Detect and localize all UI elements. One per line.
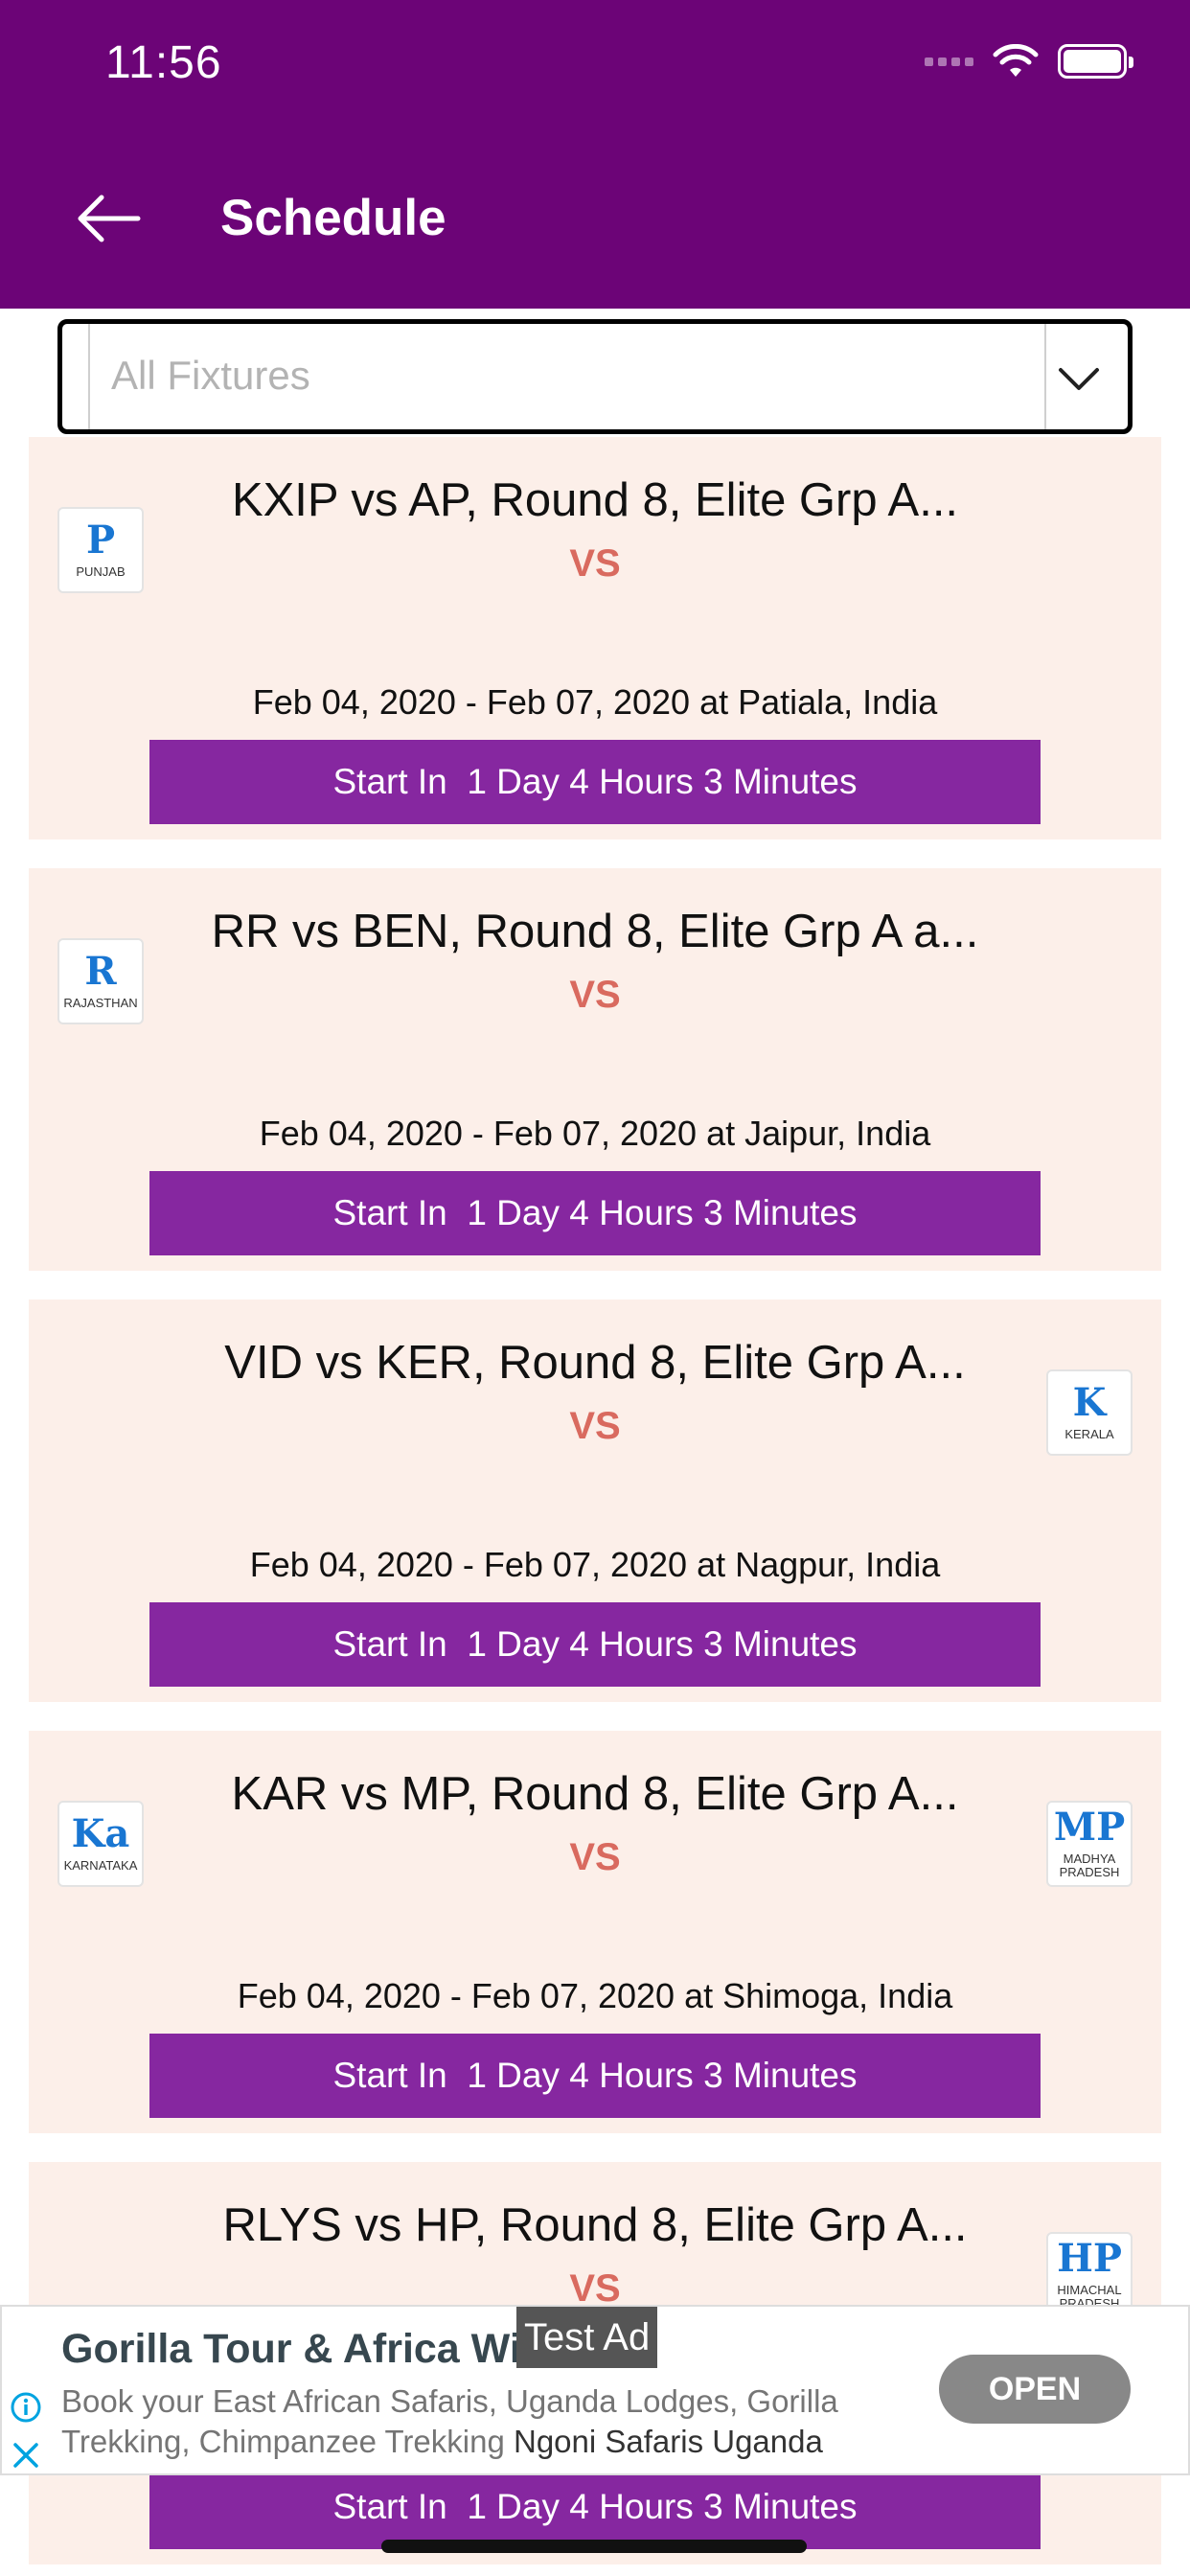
start-countdown-button[interactable]: Start In 1 Day 4 Hours 3 Minutes [149,1171,1041,1255]
wifi-icon [993,44,1039,77]
ad-description[interactable]: Book your East African Safaris, Uganda L… [61,2381,924,2462]
ad-title[interactable]: Gorilla Tour & Africa Wil [61,2326,521,2373]
match-title: VID vs KER, Round 8, Elite Grp A... [224,1337,966,1389]
match-dates: Feb 04, 2020 - Feb 07, 2020 at Shimoga, … [237,1976,953,2015]
test-ad-badge: Test Ad [516,2307,658,2368]
fixture-filter-field[interactable]: All Fixtures [88,324,1046,429]
start-countdown-button[interactable]: Start In 1 Day 4 Hours 3 Minutes [149,2465,1041,2549]
fixture-filter-dropdown[interactable]: All Fixtures [57,319,1133,434]
vs-label: VS [569,1405,621,1447]
page-title: Schedule [220,190,446,246]
match-dates: Feb 04, 2020 - Feb 07, 2020 at Nagpur, I… [249,1545,941,1584]
status-icons [925,44,1133,79]
fixture-card[interactable]: Ka KARNATAKA MP MADHYA PRADESH KAR vs MP… [29,1731,1161,2133]
cellular-signal-icon [925,57,973,66]
match-title: KXIP vs AP, Round 8, Elite Grp A... [231,474,959,526]
fixture-card[interactable]: R RAJASTHAN RR vs BEN, Round 8, Elite Gr… [29,868,1161,1271]
app-bar: 11:56 Schedule [0,0,1190,309]
match-dates: Feb 04, 2020 - Feb 07, 2020 at Patiala, … [252,682,938,722]
battery-icon [1058,44,1133,79]
start-countdown-button[interactable]: Start In 1 Day 4 Hours 3 Minutes [149,2034,1041,2118]
vs-label: VS [569,542,621,585]
fixture-card[interactable]: K KERALA VID vs KER, Round 8, Elite Grp … [29,1300,1161,1702]
match-title: RR vs BEN, Round 8, Elite Grp A a... [211,906,979,957]
fixture-card[interactable]: P PUNJAB KXIP vs AP, Round 8, Elite Grp … [29,437,1161,840]
vs-label: VS [569,1836,621,1878]
ad-banner[interactable]: Gorilla Tour & Africa Wil Test Ad Book y… [0,2305,1190,2475]
home-indicator[interactable] [381,2540,807,2553]
chevron-down-icon[interactable] [1055,355,1103,402]
start-countdown-button[interactable]: Start In 1 Day 4 Hours 3 Minutes [149,1602,1041,1687]
back-arrow-icon[interactable] [75,190,142,247]
match-title: RLYS vs HP, Round 8, Elite Grp A... [222,2199,968,2251]
status-time: 11:56 [105,37,222,88]
start-countdown-button[interactable]: Start In 1 Day 4 Hours 3 Minutes [149,740,1041,824]
ad-advertiser: Ngoni Safaris Uganda [513,2424,823,2459]
ad-close-icon[interactable] [10,2439,42,2472]
vs-label: VS [569,974,621,1016]
match-title: KAR vs MP, Round 8, Elite Grp A... [231,1768,959,1820]
fixture-filter-placeholder: All Fixtures [111,353,310,398]
match-dates: Feb 04, 2020 - Feb 07, 2020 at Jaipur, I… [259,1114,931,1153]
ad-info-icon[interactable] [10,2391,42,2424]
ad-open-button[interactable]: OPEN [939,2355,1131,2424]
